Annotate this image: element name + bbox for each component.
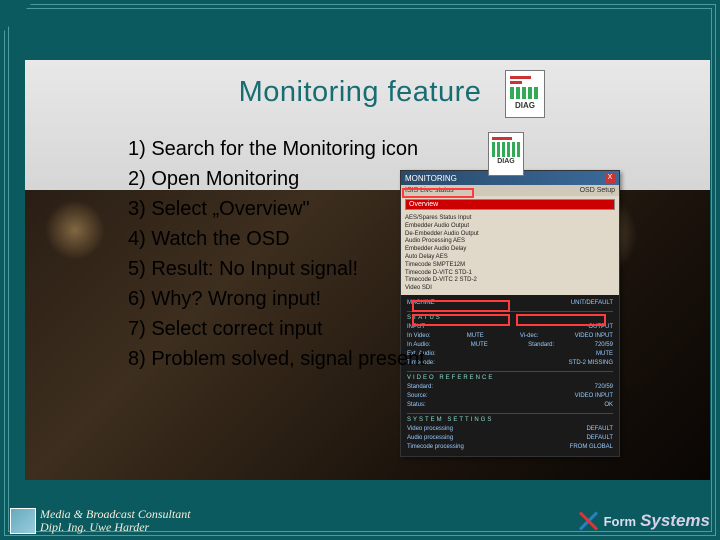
diag-chart-icon [510, 87, 540, 99]
list-item[interactable]: Timecode D-VITC STD-1 [405, 270, 615, 278]
xform-logo-icon [576, 509, 600, 533]
close-icon[interactable]: X [605, 173, 615, 183]
osd-cell: DEFAULT [586, 434, 613, 443]
osd-sys-header: SYSTEM SETTINGS [407, 413, 613, 425]
osd-cell: Standard: [407, 383, 433, 392]
osd-cell: FROM GLOBAL [570, 443, 613, 452]
step-1: 1) Search for the Monitoring icon [128, 134, 425, 164]
osd-panel: MACHINE UNIT/DEFAULT STATUS INPUT OUTPUT… [401, 295, 619, 456]
footer-left: Media & Broadcast Consultant Dipl. Ing. … [10, 508, 191, 534]
list-item[interactable]: Timecode D-VITC 2 STD-2 [405, 277, 615, 285]
diag-bar-icon [510, 81, 522, 84]
step-7: 7) Select correct input [128, 314, 425, 344]
osd-status-header: STATUS [407, 311, 613, 323]
consultant-logo-icon [10, 508, 36, 534]
list-item[interactable]: Auto Delay AES [405, 254, 615, 262]
footer-right: Form Systems [576, 509, 710, 533]
osd-cell: Audio processing [407, 434, 453, 443]
osd-cell: Status: [407, 401, 426, 410]
monitor-tabs: ISIS Live status OSD Setup [401, 185, 619, 196]
osd-ref-header: VIDEO REFERENCE [407, 371, 613, 383]
corner-accent [0, 0, 35, 35]
diag-icon-small[interactable]: DIAG [488, 132, 524, 176]
osd-cell: 720/59 [595, 383, 613, 392]
osd-cell: DEFAULT [586, 425, 613, 434]
diag-icon-large[interactable]: DIAG [505, 70, 545, 118]
list-item[interactable]: Embedder Audio Output [405, 223, 615, 231]
list-item[interactable]: Audio Processing AES [405, 238, 615, 246]
osd-cell: STD-2 MISSING [569, 359, 613, 368]
osd-cell: VIDEO INPUT [575, 332, 613, 341]
brand-form: Form [604, 514, 637, 529]
brand-systems: Systems [640, 511, 710, 531]
list-item[interactable]: De-Embedder Audio Output [405, 231, 615, 239]
monitor-item-list: AES/Spares Status Input Embedder Audio O… [401, 213, 619, 295]
diag-label: DIAG [510, 101, 540, 110]
consultant-text: Media & Broadcast Consultant Dipl. Ing. … [40, 508, 191, 533]
diag-label: DIAG [492, 158, 520, 165]
osd-cell: Standard: [528, 341, 554, 350]
step-6: 6) Why? Wrong input! [128, 284, 425, 314]
osd-cell: MUTE [467, 332, 484, 341]
step-3: 3) Select „Overview" [128, 194, 425, 224]
osd-machine-value: UNIT/DEFAULT [571, 299, 613, 308]
overview-selected: Overview [406, 200, 614, 209]
monitoring-window: MONITORING X ISIS Live status OSD Setup … [400, 170, 620, 457]
diag-bar-icon [510, 76, 531, 79]
osd-cell: Source: [407, 392, 428, 401]
list-item[interactable]: AES/Spares Status Input [405, 215, 615, 223]
footer: Media & Broadcast Consultant Dipl. Ing. … [10, 502, 710, 540]
steps-list: 1) Search for the Monitoring icon 2) Ope… [128, 134, 425, 374]
step-4: 4) Watch the OSD [128, 224, 425, 254]
diag-chart-icon [492, 142, 520, 157]
tab-osd-setup[interactable]: OSD Setup [580, 187, 615, 194]
diag-bar-icon [492, 137, 512, 140]
slide-title: Monitoring feature [239, 76, 482, 109]
list-item[interactable]: Embedder Audio Delay [405, 246, 615, 254]
osd-cell: Vi-dec: [520, 332, 539, 341]
consultant-line2: Dipl. Ing. Uwe Harder [40, 521, 191, 534]
osd-cell: 720/59 [595, 341, 613, 350]
step-5: 5) Result: No Input signal! [128, 254, 425, 284]
overview-dropdown[interactable]: Overview [405, 199, 615, 210]
osd-cell: Timecode processing [407, 443, 464, 452]
osd-cell: VIDEO INPUT [575, 392, 613, 401]
osd-cell: MUTE [471, 341, 488, 350]
osd-output-header: OUTPUT [588, 323, 613, 332]
osd-cell: MUTE [596, 350, 613, 359]
osd-cell: Video processing [407, 425, 453, 434]
list-item[interactable]: Video SDI [405, 285, 615, 293]
list-item[interactable]: Timecode SMPTE12M [405, 262, 615, 270]
osd-cell: OK [604, 401, 613, 410]
step-2: 2) Open Monitoring [128, 164, 425, 194]
step-8: 8) Problem solved, signal present [128, 344, 425, 374]
